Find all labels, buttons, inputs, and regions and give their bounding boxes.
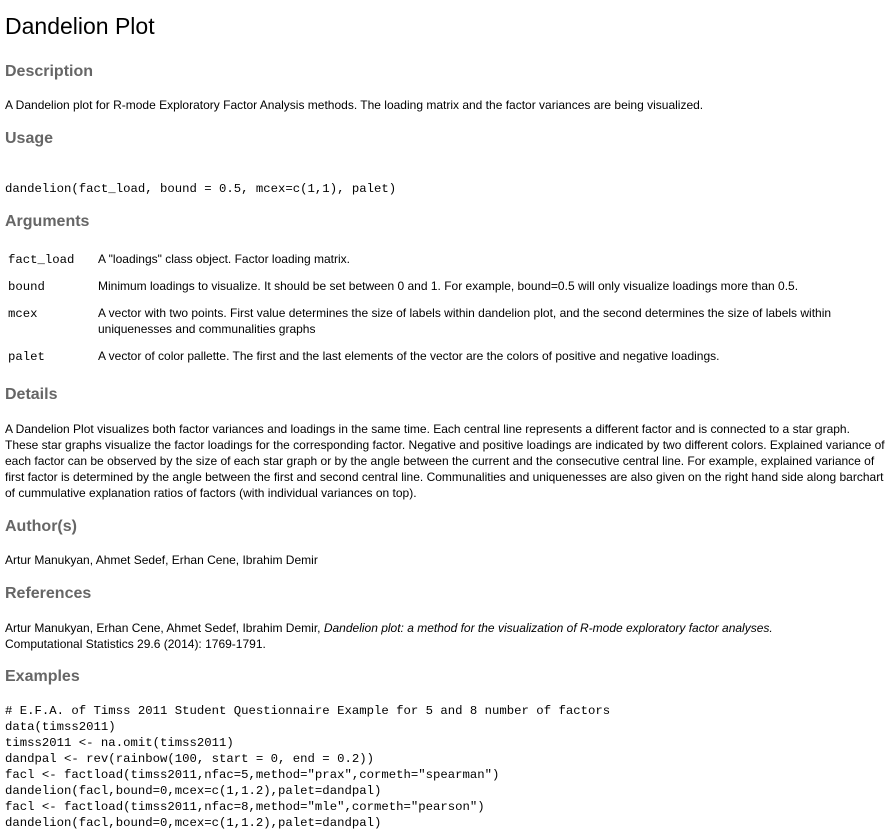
arguments-heading: Arguments bbox=[5, 213, 90, 230]
reference-journal: Computational Statistics 29.6 (2014): 17… bbox=[5, 637, 266, 651]
argument-row: mcex A vector with two points. First val… bbox=[5, 305, 883, 348]
argument-name: bound bbox=[8, 280, 45, 294]
usage-heading: Usage bbox=[5, 130, 54, 147]
reference-title: Dandelion plot: a method for the visuali… bbox=[323, 621, 773, 635]
argument-name: fact_load bbox=[8, 253, 75, 267]
details-text: A Dandelion Plot visualizes both factor … bbox=[5, 422, 885, 500]
argument-name: mcex bbox=[8, 307, 38, 321]
details-heading: Details bbox=[5, 386, 58, 403]
argument-desc: Minimum loadings to visualize. It should… bbox=[98, 279, 799, 293]
arguments-table: fact_load A "loadings" class object. Fac… bbox=[5, 251, 883, 365]
usage-code: dandelion(fact_load, bound = 0.5, mcex=c… bbox=[5, 182, 397, 196]
authors-heading: Author(s) bbox=[5, 518, 77, 535]
examples-heading: Examples bbox=[5, 668, 80, 685]
argument-desc: A vector of color pallette. The first an… bbox=[98, 349, 720, 363]
argument-name: palet bbox=[8, 350, 45, 364]
page-title: Dandelion Plot bbox=[5, 13, 155, 39]
argument-row: fact_load A "loadings" class object. Fac… bbox=[5, 251, 883, 278]
description-heading: Description bbox=[5, 63, 94, 80]
reference-text: Artur Manukyan, Erhan Cene, Ahmet Sedef,… bbox=[5, 620, 885, 652]
reference-authors: Artur Manukyan, Erhan Cene, Ahmet Sedef,… bbox=[5, 621, 321, 635]
argument-desc: A vector with two points. First value de… bbox=[98, 306, 832, 336]
argument-desc: A "loadings" class object. Factor loadin… bbox=[98, 252, 350, 266]
authors-text: Artur Manukyan, Ahmet Sedef, Erhan Cene,… bbox=[5, 553, 318, 567]
description-text: A Dandelion plot for R-mode Exploratory … bbox=[5, 98, 704, 112]
argument-row: palet A vector of color pallette. The fi… bbox=[5, 348, 883, 365]
argument-row: bound Minimum loadings to visualize. It … bbox=[5, 278, 883, 305]
examples-code: # E.F.A. of Timss 2011 Student Questionn… bbox=[5, 704, 611, 830]
references-heading: References bbox=[5, 585, 92, 602]
